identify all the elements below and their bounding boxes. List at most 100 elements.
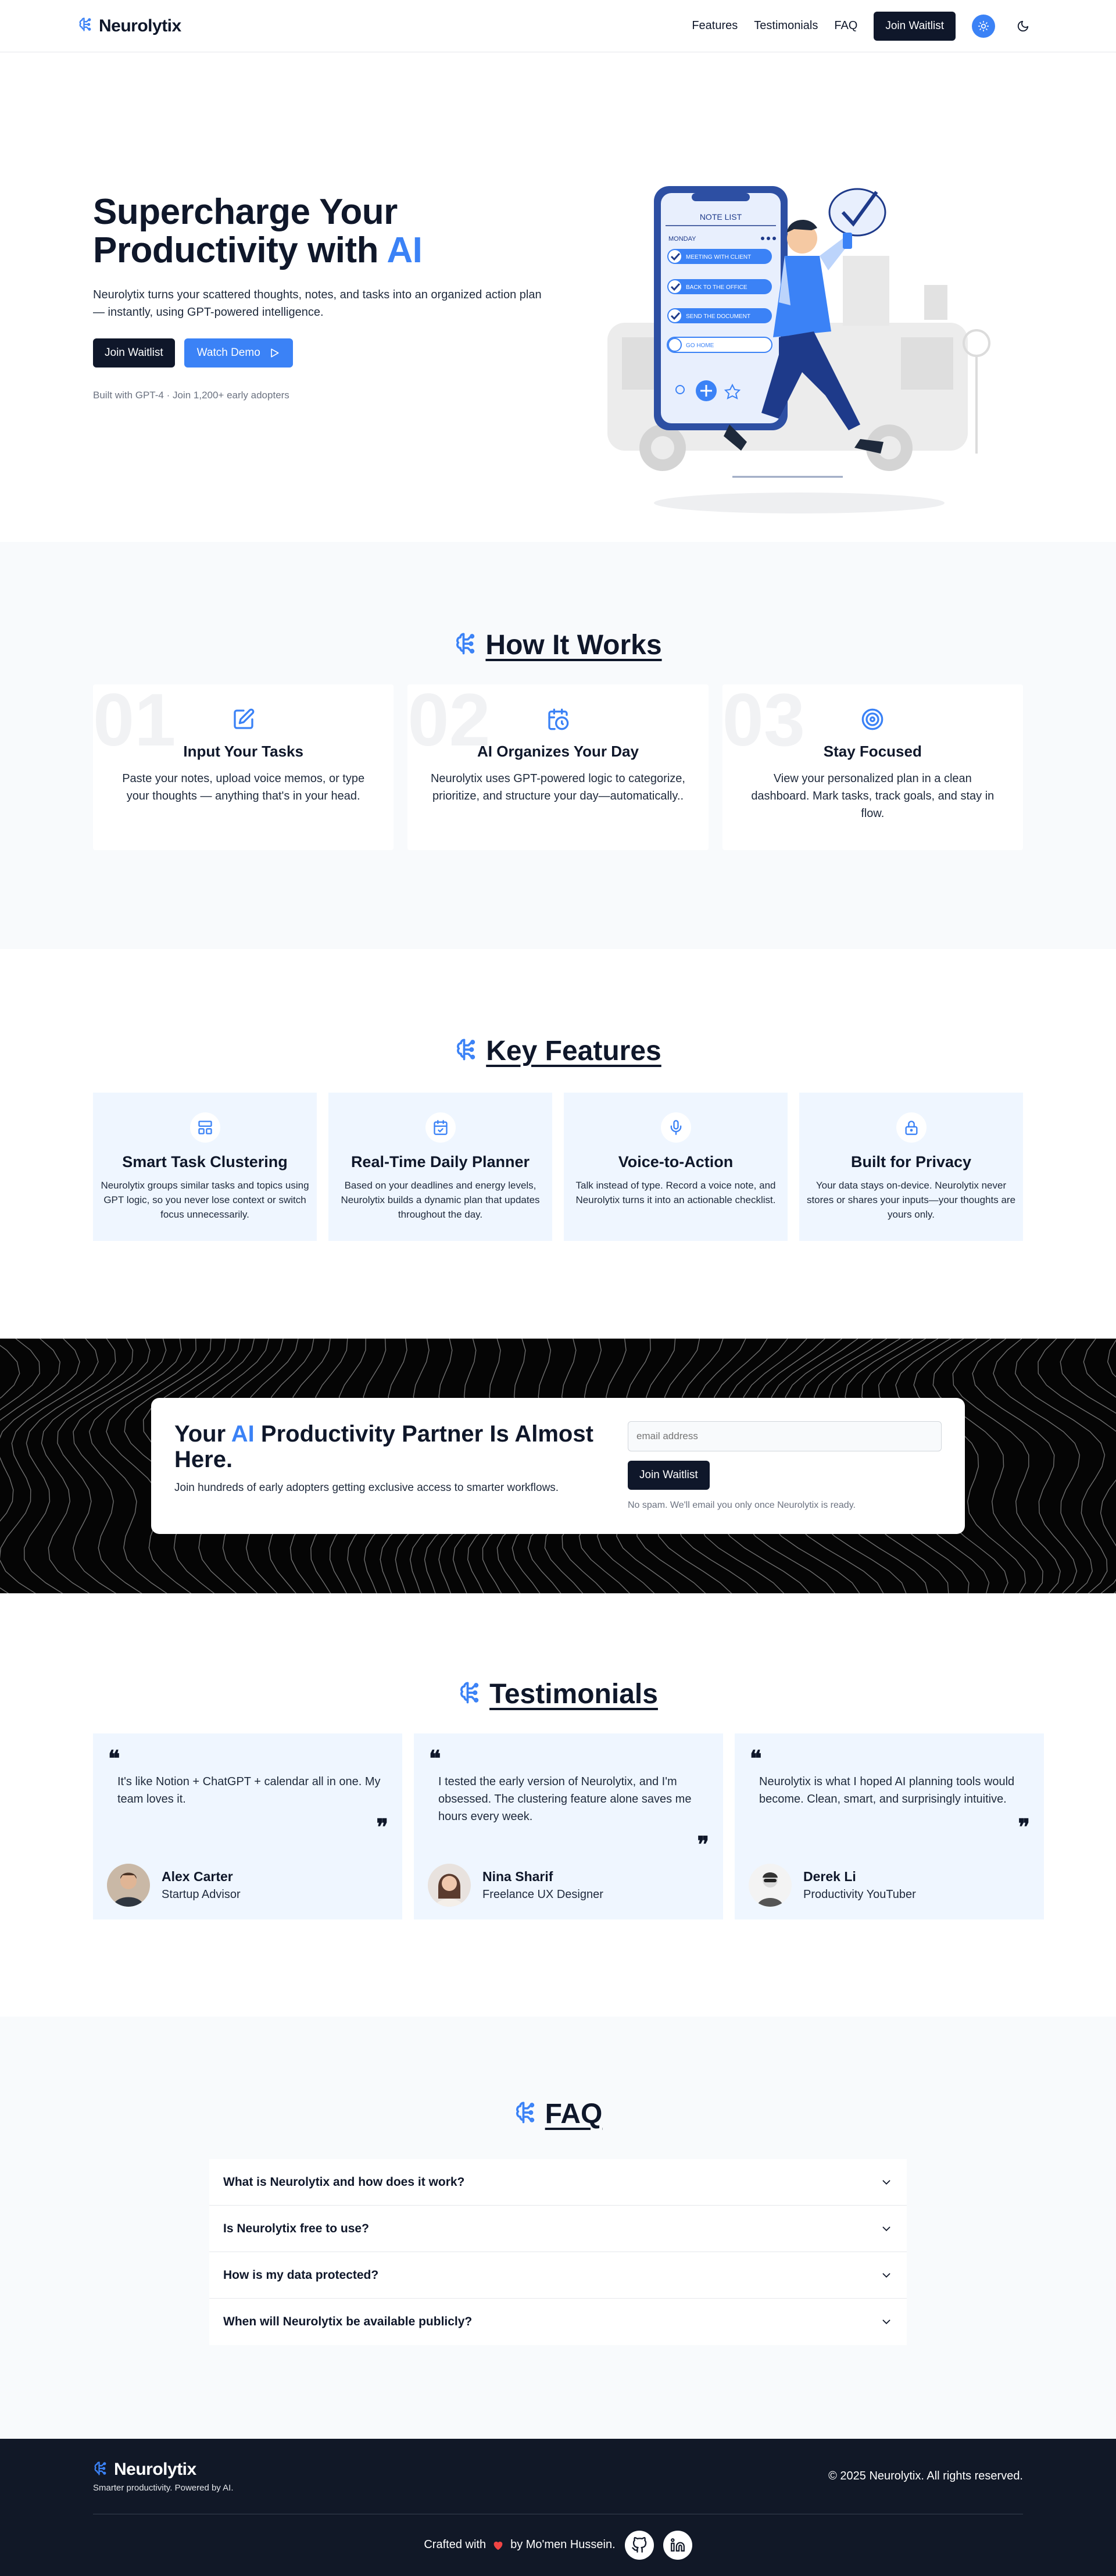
site-footer: Neurolytix Smarter productivity. Powered…: [0, 2439, 1116, 2576]
step-text: Paste your notes, upload voice memos, or…: [122, 772, 365, 802]
step-card: 02 AI Organizes Your Day Neurolytix uses…: [407, 683, 709, 850]
cta-note: No spam. We'll email you only once Neuro…: [628, 1500, 856, 1510]
faq-question: What is Neurolytix and how does it work?: [223, 2175, 465, 2189]
calendar-check-icon: [433, 1120, 448, 1135]
hero-lead: Neurolytix turns your scattered thoughts…: [93, 288, 542, 319]
brain-logo-icon: [458, 1680, 484, 1708]
hero-join-waitlist-button[interactable]: Join Waitlist: [93, 338, 175, 368]
illustration-task-2: BACK TO THE OFFICE: [667, 279, 772, 294]
waitlist-card: Your AI Productivity Partner Is Almost H…: [151, 1398, 965, 1534]
step-title: AI Organizes Your Day: [477, 743, 639, 760]
hero-title-line1: Supercharge Your: [93, 192, 398, 232]
quote-close-icon: ❞: [1018, 1814, 1030, 1840]
features-title: Key Features: [486, 1036, 661, 1066]
testimonial-card: ❝ Neurolytix is what I hoped AI planning…: [735, 1733, 1044, 1919]
watch-demo-label: Watch Demo: [196, 347, 260, 359]
faq-title: FAQ: [545, 2099, 603, 2129]
crafted-prefix: Crafted with: [424, 2538, 487, 2551]
site-header: Neurolytix Features Testimonials FAQ Joi…: [0, 0, 1116, 52]
dark-mode-toggle[interactable]: [1011, 15, 1035, 38]
svg-text:GO HOME: GO HOME: [686, 342, 714, 349]
feature-text: Your data stays on-device. Neurolytix ne…: [806, 1180, 1016, 1220]
chevron-down-icon: [882, 2320, 890, 2325]
faq-item[interactable]: How is my data protected?: [209, 2252, 907, 2299]
brain-logo-icon: [455, 1037, 480, 1065]
svg-text:SEND THE DOCUMENT: SEND THE DOCUMENT: [686, 313, 750, 320]
testimonials-title: Testimonials: [489, 1679, 658, 1710]
step-card: 01 Input Your Tasks Paste your notes, up…: [93, 683, 394, 850]
main-nav: Features Testimonials FAQ Join Waitlist: [692, 11, 1035, 41]
chevron-down-icon: [882, 2272, 890, 2278]
testimonial-card: ❝ I tested the early version of Neurolyt…: [414, 1733, 723, 1919]
nav-link-faq[interactable]: FAQ: [834, 19, 857, 33]
heart-icon: [493, 2541, 503, 2550]
testimonial-card: ❝ It's like Notion + ChatGPT + calendar …: [93, 1733, 402, 1919]
svg-text:BACK TO THE OFFICE: BACK TO THE OFFICE: [686, 284, 747, 291]
footer-credits: Crafted with by Mo'men Hussein.: [0, 2514, 1116, 2575]
faq-item[interactable]: What is Neurolytix and how does it work?: [209, 2159, 907, 2206]
testimonial-quote: I tested the early version of Neurolytix…: [438, 1775, 692, 1823]
crafted-suffix: by Mo'men Hussein.: [510, 2538, 616, 2551]
hero-illustration: NOTE LIST MONDAY MEETING WITH CLIENT BAC…: [607, 186, 990, 513]
feature-title: Smart Task Clustering: [122, 1153, 288, 1171]
moon-icon: [1017, 20, 1029, 31]
feature-title: Voice-to-Action: [618, 1153, 734, 1171]
cta-title: Your AI Productivity Partner Is Almost H…: [174, 1421, 616, 1472]
nav-link-testimonials[interactable]: Testimonials: [754, 19, 818, 33]
author-name: Derek Li: [803, 1869, 856, 1884]
feature-card: Smart Task Clustering Neurolytix groups …: [93, 1093, 317, 1241]
hero-title-line2: Productivity with: [93, 230, 387, 270]
lock-icon: [905, 1121, 917, 1135]
microphone-icon: [670, 1120, 681, 1135]
author-name: Nina Sharif: [482, 1869, 553, 1884]
cta-join-waitlist-button[interactable]: Join Waitlist: [628, 1461, 710, 1490]
illustration-task-1: MEETING WITH CLIENT: [667, 249, 772, 264]
calendar-clock-icon: [548, 708, 569, 730]
faq-item[interactable]: When will Neurolytix be available public…: [209, 2299, 907, 2345]
testimonial-quote: It's like Notion + ChatGPT + calendar al…: [117, 1775, 381, 1806]
feature-card: Real-Time Daily Planner Based on your de…: [328, 1093, 552, 1241]
nav-link-features[interactable]: Features: [692, 19, 738, 33]
step-card: 03 Stay Focused View your personalized p…: [722, 683, 1023, 850]
cta-text: Join hundreds of early adopters getting …: [174, 1482, 559, 1494]
step-title: Stay Focused: [823, 743, 922, 760]
footer-tagline: Smarter productivity. Powered by AI.: [93, 2483, 234, 2493]
light-mode-toggle[interactable]: [972, 14, 995, 38]
how-it-works-section: How It Works 01 Input Your Tasks Paste y…: [0, 542, 1116, 949]
author-role: Startup Advisor: [162, 1888, 241, 1901]
faq-item[interactable]: Is Neurolytix free to use?: [209, 2206, 907, 2252]
brain-logo-icon: [78, 16, 94, 35]
copyright: © 2025 Neurolytix. All rights reserved.: [828, 2470, 1023, 2482]
quote-close-icon: ❞: [376, 1814, 388, 1840]
faq-question: When will Neurolytix be available public…: [223, 2315, 473, 2328]
feature-card: Built for Privacy Your data stays on-dev…: [799, 1093, 1023, 1241]
waitlist-cta-section: Your AI Productivity Partner Is Almost H…: [0, 1339, 1116, 1593]
linkedin-icon: [670, 2538, 685, 2552]
footer-brand[interactable]: Neurolytix: [93, 2460, 234, 2479]
watch-demo-button[interactable]: Watch Demo: [184, 338, 293, 368]
cta-title-accent: AI: [231, 1421, 255, 1447]
author-name: Alex Carter: [162, 1869, 233, 1884]
header-join-waitlist-button[interactable]: Join Waitlist: [874, 11, 956, 41]
quote-open-icon: ❝: [750, 1745, 762, 1771]
brain-logo-icon: [93, 2460, 109, 2479]
step-title: Input Your Tasks: [183, 743, 303, 760]
play-icon: [270, 348, 279, 358]
quote-open-icon: ❝: [429, 1745, 441, 1771]
testimonials-section: Testimonials ❝ It's like Notion + ChatGP…: [0, 1593, 1116, 2017]
sun-icon: [978, 20, 989, 31]
step-text: View your personalized plan in a clean d…: [751, 772, 995, 820]
svg-text:MEETING WITH CLIENT: MEETING WITH CLIENT: [686, 254, 751, 261]
quote-open-icon: ❝: [108, 1745, 120, 1771]
illustration-task-4: GO HOME: [667, 337, 772, 353]
illustration-task-3: SEND THE DOCUMENT: [667, 308, 772, 323]
email-field[interactable]: [628, 1421, 942, 1451]
hero-section: Supercharge Your Productivity with AI Ne…: [0, 52, 1116, 542]
brand[interactable]: Neurolytix: [78, 16, 181, 36]
linkedin-link[interactable]: [663, 2530, 692, 2560]
step-text: Neurolytix uses GPT-powered logic to cat…: [430, 772, 685, 802]
testimonial-quote: Neurolytix is what I hoped AI planning t…: [759, 1775, 1015, 1806]
github-link[interactable]: [624, 2530, 654, 2560]
chevron-down-icon: [882, 2226, 890, 2231]
github-icon: [631, 2536, 646, 2553]
